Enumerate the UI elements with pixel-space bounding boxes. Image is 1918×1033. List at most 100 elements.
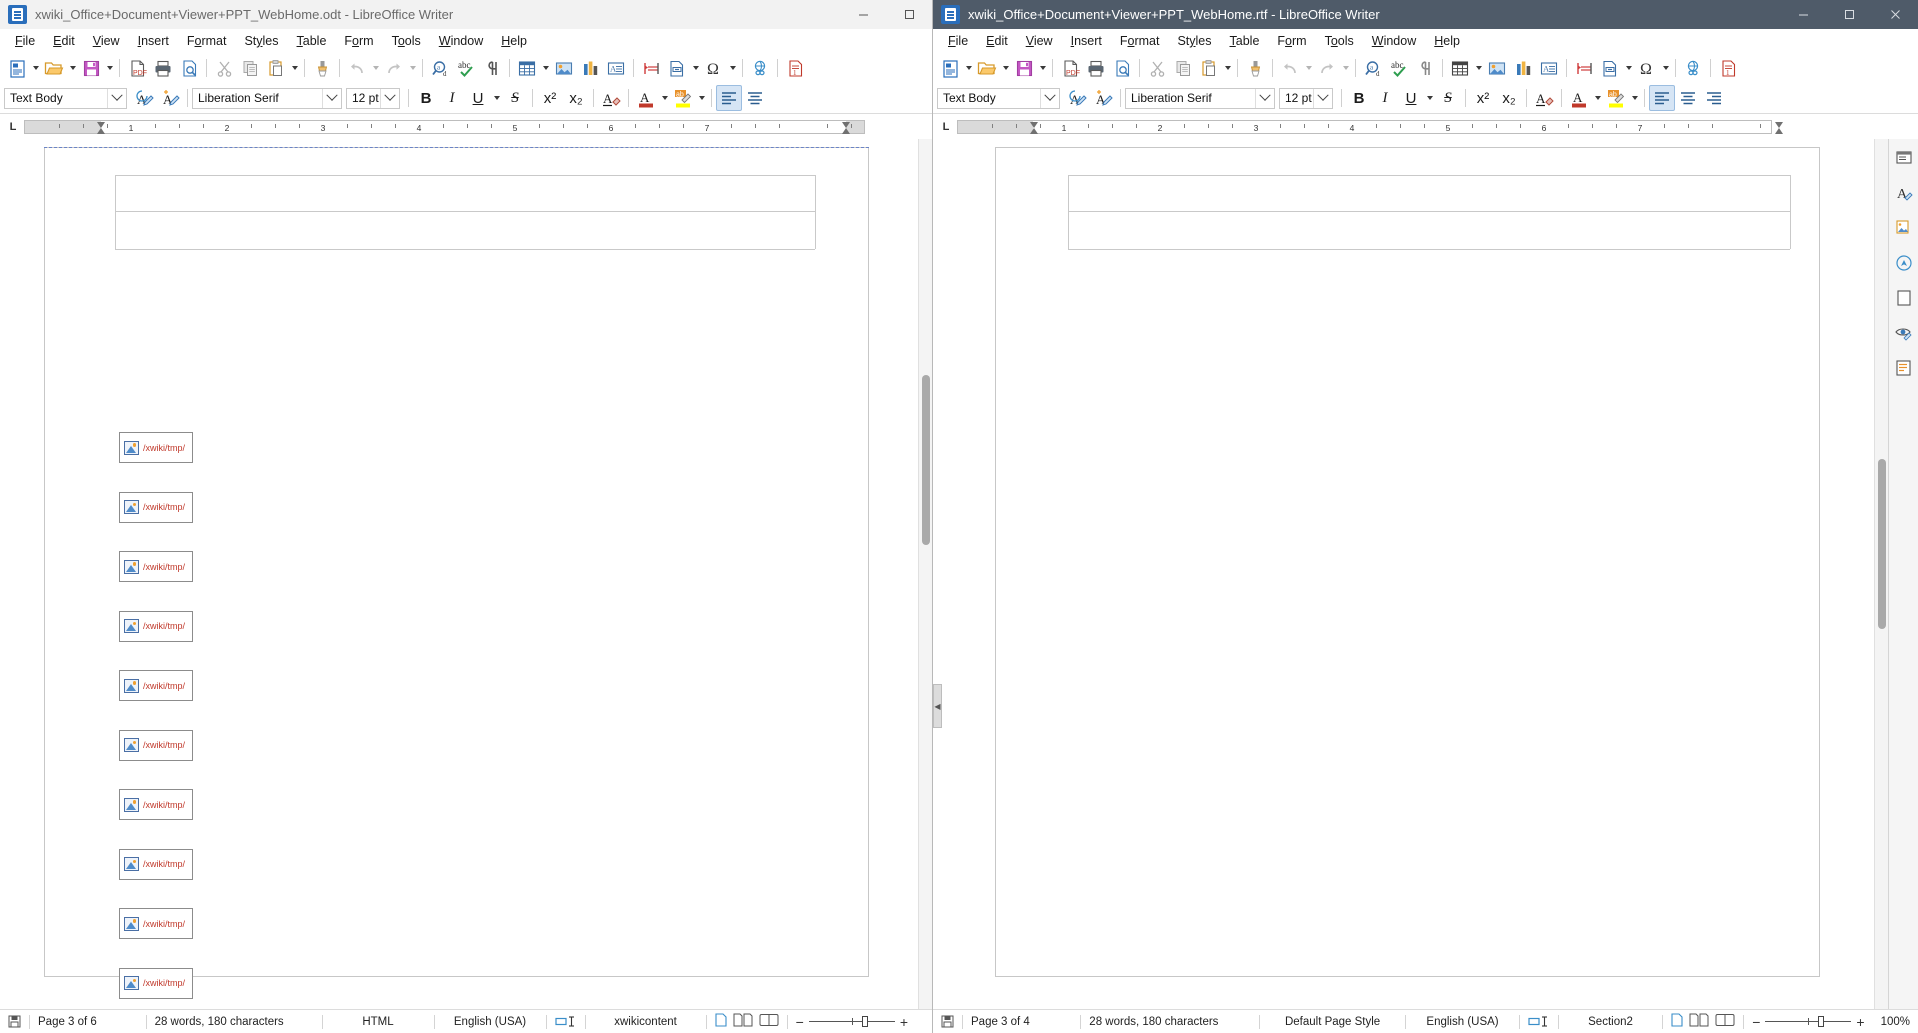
export-pdf-icon[interactable]: PDF bbox=[1057, 55, 1083, 81]
paragraph-style-dropdown-right[interactable] bbox=[1040, 88, 1059, 108]
single-page-view-icon-left[interactable] bbox=[715, 1013, 727, 1030]
language-left[interactable]: English (USA) bbox=[435, 1010, 546, 1033]
update-style-icon[interactable]: A bbox=[1064, 85, 1090, 111]
minimize-button-right[interactable] bbox=[1780, 0, 1826, 29]
zoom-out-icon-right[interactable]: − bbox=[1752, 1015, 1760, 1029]
sidebar-style-inspector-icon[interactable] bbox=[1893, 322, 1915, 344]
section-indicator-right[interactable]: Section2 bbox=[1559, 1010, 1662, 1033]
menu-styles-left[interactable]: Styles bbox=[235, 31, 287, 51]
subscript-button-left[interactable]: x₂ bbox=[563, 85, 589, 111]
image-placeholder[interactable]: /xwiki/tmp/ bbox=[119, 670, 193, 701]
menu-file-left[interactable]: File bbox=[6, 31, 44, 51]
cut-icon[interactable] bbox=[1144, 55, 1170, 81]
redo-icon[interactable] bbox=[1314, 55, 1340, 81]
image-placeholder[interactable]: /xwiki/tmp/ bbox=[119, 432, 193, 463]
clear-formatting-icon[interactable]: A bbox=[1531, 85, 1557, 111]
insert-table-dropdown[interactable] bbox=[540, 55, 551, 81]
menu-window-right[interactable]: Window bbox=[1363, 31, 1425, 51]
print-preview-icon[interactable] bbox=[1109, 55, 1135, 81]
sidebar-character-styles-icon[interactable]: A bbox=[1893, 182, 1915, 204]
menu-format-right[interactable]: Format bbox=[1111, 31, 1169, 51]
font-name-combo-left[interactable]: Liberation Serif bbox=[192, 87, 342, 109]
spelling-icon[interactable]: abc bbox=[1386, 55, 1412, 81]
titlebar-left[interactable]: xwiki_Office+Document+Viewer+PPT_WebHome… bbox=[0, 0, 932, 29]
save-status-icon-right[interactable] bbox=[933, 1010, 962, 1033]
insert-table-dropdown[interactable] bbox=[1473, 55, 1484, 81]
image-placeholder[interactable]: /xwiki/tmp/ bbox=[119, 610, 193, 642]
font-color-icon[interactable]: A bbox=[1566, 85, 1592, 111]
language-right[interactable]: English (USA) bbox=[1406, 1010, 1519, 1033]
italic-button-right[interactable]: I bbox=[1372, 85, 1398, 111]
new-style-icon[interactable]: A bbox=[157, 85, 183, 111]
selection-mode-icon-right[interactable] bbox=[1520, 1010, 1558, 1033]
multi-page-view-icon-left[interactable] bbox=[733, 1013, 753, 1030]
insert-table-icon[interactable] bbox=[514, 55, 540, 81]
ruler-indent-marker-right[interactable] bbox=[1775, 121, 1784, 134]
minimize-button-left[interactable] bbox=[840, 0, 886, 29]
menu-window-left[interactable]: Window bbox=[430, 31, 492, 51]
paste-icon[interactable] bbox=[263, 55, 289, 81]
document-canvas-right[interactable]: ◀ bbox=[933, 139, 1874, 1009]
close-button-right[interactable] bbox=[1872, 0, 1918, 29]
font-color-dropdown-left[interactable] bbox=[659, 85, 670, 111]
save-icon[interactable] bbox=[1011, 55, 1037, 81]
font-name-dropdown-left[interactable] bbox=[322, 88, 341, 108]
open-folder-icon[interactable] bbox=[974, 55, 1000, 81]
zoom-knob-left[interactable] bbox=[861, 1016, 868, 1027]
menu-insert-right[interactable]: Insert bbox=[1062, 31, 1111, 51]
font-name-combo-right[interactable]: Liberation Serif bbox=[1125, 87, 1275, 109]
font-size-dropdown-right[interactable] bbox=[1313, 88, 1332, 108]
special-character-icon[interactable]: Ω bbox=[701, 55, 727, 81]
superscript-button-left[interactable]: x² bbox=[537, 85, 563, 111]
new-style-icon[interactable]: A bbox=[1090, 85, 1116, 111]
superscript-button-right[interactable]: x² bbox=[1470, 85, 1496, 111]
font-size-dropdown-left[interactable] bbox=[380, 88, 399, 108]
menu-help-left[interactable]: Help bbox=[492, 31, 536, 51]
zoom-slider-right[interactable]: − + bbox=[1744, 1015, 1872, 1029]
undo-icon[interactable] bbox=[1277, 55, 1303, 81]
new-document-dropdown[interactable] bbox=[30, 55, 41, 81]
zoom-track-left[interactable] bbox=[808, 1016, 895, 1027]
undo-icon[interactable] bbox=[344, 55, 370, 81]
word-count-right[interactable]: 28 words, 180 characters bbox=[1081, 1010, 1259, 1033]
word-count-left[interactable]: 28 words, 180 characters bbox=[147, 1010, 322, 1033]
zoom-value-left[interactable] bbox=[916, 1010, 932, 1033]
highlight-color-dropdown-left[interactable] bbox=[696, 85, 707, 111]
horizontal-ruler-left[interactable]: 1 2 3 4 5 6 7 bbox=[24, 119, 865, 134]
formatting-marks-icon[interactable] bbox=[479, 55, 505, 81]
special-character-dropdown[interactable] bbox=[727, 55, 738, 81]
sidebar-gallery-icon[interactable] bbox=[1893, 217, 1915, 239]
font-size-combo-right[interactable]: 12 pt bbox=[1279, 87, 1333, 109]
horizontal-ruler-right[interactable]: 1 2 3 4 5 6 7 bbox=[957, 119, 1783, 134]
save-status-icon-left[interactable] bbox=[0, 1010, 29, 1033]
find-replace-icon[interactable]: ad bbox=[1360, 55, 1386, 81]
paste-dropdown[interactable] bbox=[289, 55, 300, 81]
paste-dropdown[interactable] bbox=[1222, 55, 1233, 81]
undo-dropdown[interactable] bbox=[1303, 55, 1314, 81]
ruler-indent-marker-left[interactable] bbox=[1030, 121, 1039, 134]
zoom-knob-right[interactable] bbox=[1818, 1016, 1825, 1027]
insert-textbox-icon[interactable]: A bbox=[1536, 55, 1562, 81]
menu-format-left[interactable]: Format bbox=[178, 31, 236, 51]
image-placeholder[interactable]: /xwiki/tmp/ bbox=[119, 491, 193, 523]
cut-icon[interactable] bbox=[211, 55, 237, 81]
menu-file-right[interactable]: File bbox=[939, 31, 977, 51]
underline-dropdown-left[interactable] bbox=[491, 85, 502, 111]
export-pdf-icon[interactable]: PDF bbox=[124, 55, 150, 81]
open-dropdown[interactable] bbox=[67, 55, 78, 81]
font-name-dropdown-right[interactable] bbox=[1255, 88, 1274, 108]
insert-field-icon[interactable] bbox=[664, 55, 690, 81]
save-icon[interactable] bbox=[78, 55, 104, 81]
font-color-dropdown-right[interactable] bbox=[1592, 85, 1603, 111]
underline-dropdown-right[interactable] bbox=[1424, 85, 1435, 111]
clone-formatting-icon[interactable] bbox=[309, 55, 335, 81]
menu-form-left[interactable]: Form bbox=[335, 31, 382, 51]
subscript-button-right[interactable]: x₂ bbox=[1496, 85, 1522, 111]
align-right-button-right[interactable] bbox=[1701, 85, 1727, 111]
zoom-in-icon-left[interactable]: + bbox=[900, 1015, 908, 1029]
maximize-button-right[interactable] bbox=[1826, 0, 1872, 29]
bold-button-right[interactable]: B bbox=[1346, 85, 1372, 111]
menu-view-left[interactable]: View bbox=[84, 31, 129, 51]
document-canvas-left[interactable]: /xwiki/tmp/ /xwiki/tmp/ /xwiki/tmp/ /xwiki/… bbox=[0, 139, 918, 1009]
menu-help-right[interactable]: Help bbox=[1425, 31, 1469, 51]
